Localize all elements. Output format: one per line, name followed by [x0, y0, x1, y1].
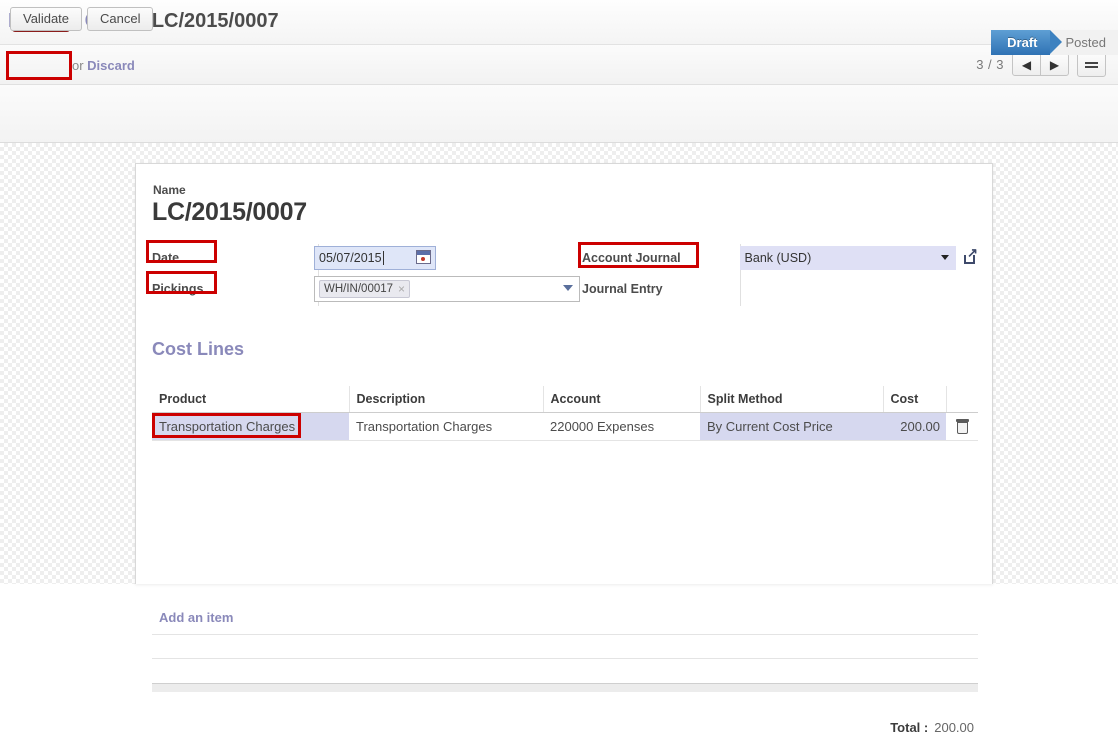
chevron-down-icon[interactable] [941, 254, 949, 260]
pager-count: 3 / 3 [976, 57, 1004, 72]
validate-button[interactable]: Validate [10, 7, 83, 31]
status-stage-label: Posted [1065, 35, 1106, 50]
breadcrumb-bar: Landed Costs/LC/2015/0007 [0, 0, 1118, 45]
cell-split-method[interactable]: By Current Cost Price [700, 412, 883, 442]
field-row-account-journal: Account Journal Bank (USD) [578, 242, 978, 273]
action-bar [0, 45, 1118, 85]
chevron-down-icon[interactable] [563, 284, 573, 291]
pager-buttons: ◀ ▶ [1012, 53, 1069, 76]
name-field-label: Name [153, 183, 186, 197]
column-header-product[interactable]: Product [152, 386, 350, 413]
date-input[interactable]: 05/07/2015 [314, 245, 436, 270]
text-caret [382, 250, 384, 265]
field-row-pickings: Pickings WH/IN/00017 × [152, 273, 582, 304]
empty-row-divider [152, 634, 978, 635]
pager: 3 / 3 ◀ ▶ [976, 52, 1106, 77]
cell-account[interactable]: 220000 Expenses [543, 412, 700, 442]
column-header-actions [946, 386, 978, 413]
cost-lines-title: Cost Lines [152, 339, 245, 359]
calendar-icon[interactable] [416, 249, 431, 264]
discard-area: or Discard [72, 58, 135, 73]
date-input-value: 05/07/2015 [319, 250, 382, 265]
pager-next-icon[interactable]: ▶ [1040, 54, 1068, 75]
column-header-split-method[interactable]: Split Method [700, 386, 884, 413]
status-stage-draft[interactable]: Draft [991, 30, 1062, 55]
column-header-cost[interactable]: Cost [883, 386, 947, 413]
field-row-date: Date 05/07/2015 [152, 242, 582, 273]
picking-tag-label: WH/IN/00017 [324, 282, 394, 295]
account-journal-field-label: Account Journal [582, 250, 681, 265]
journal-entry-field-label: Journal Entry [582, 281, 663, 296]
add-an-item-link[interactable]: Add an item [159, 610, 233, 625]
date-field-label: Date [152, 250, 180, 265]
trash-icon[interactable] [956, 419, 969, 435]
empty-row-divider [152, 658, 978, 659]
field-row-journal-entry: Journal Entry [578, 273, 978, 304]
table-row[interactable]: Transportation Charges Transportation Ch… [152, 412, 978, 442]
cost-lines-table: Product Description Account Split Method… [152, 386, 978, 442]
page-title: LC/2015/0007 [152, 198, 307, 226]
hamburger-bar [1085, 65, 1098, 68]
pager-prev-icon[interactable]: ◀ [1013, 54, 1040, 75]
table-header-row: Product Description Account Split Method… [152, 386, 978, 413]
cancel-button[interactable]: Cancel [87, 7, 154, 31]
form-sheet: Name LC/2015/0007 Date 05/07/2015 Pickin… [135, 163, 993, 735]
hamburger-bar [1085, 61, 1098, 64]
column-header-account[interactable]: Account [543, 386, 701, 413]
pickings-field-label: Pickings [152, 281, 204, 296]
remove-tag-icon[interactable]: × [398, 281, 405, 297]
or-text: or [72, 58, 88, 73]
hamburger-menu-icon[interactable] [1077, 52, 1106, 77]
external-link-icon[interactable] [964, 246, 978, 264]
column-header-description[interactable]: Description [349, 386, 544, 413]
status-bar [0, 85, 1118, 143]
picking-tag[interactable]: WH/IN/00017 × [319, 279, 411, 298]
cell-cost[interactable]: 200.00 [883, 412, 946, 442]
breadcrumb-current: LC/2015/0007 [151, 10, 279, 32]
form-group-right: Account Journal Bank (USD) Journal Entry [578, 242, 978, 306]
total-row: Total : 200.00 [890, 720, 974, 735]
account-journal-select[interactable]: Bank (USD) [739, 245, 956, 270]
form-group-left: Date 05/07/2015 Pickings WH/IN/00017 × [152, 242, 582, 306]
discard-link[interactable]: Discard [87, 58, 135, 73]
statusbar-stages: Draft Posted [991, 30, 1118, 55]
cell-delete [946, 412, 978, 442]
total-label: Total : [890, 720, 929, 735]
status-stage-label: Draft [1007, 35, 1038, 50]
pickings-input[interactable]: WH/IN/00017 × [314, 275, 580, 302]
total-value: 200.00 [934, 720, 974, 735]
cell-product[interactable]: Transportation Charges [152, 412, 349, 442]
cell-description[interactable]: Transportation Charges [349, 412, 543, 442]
horizontal-scrollbar[interactable] [152, 683, 978, 692]
account-journal-value: Bank (USD) [744, 250, 812, 265]
